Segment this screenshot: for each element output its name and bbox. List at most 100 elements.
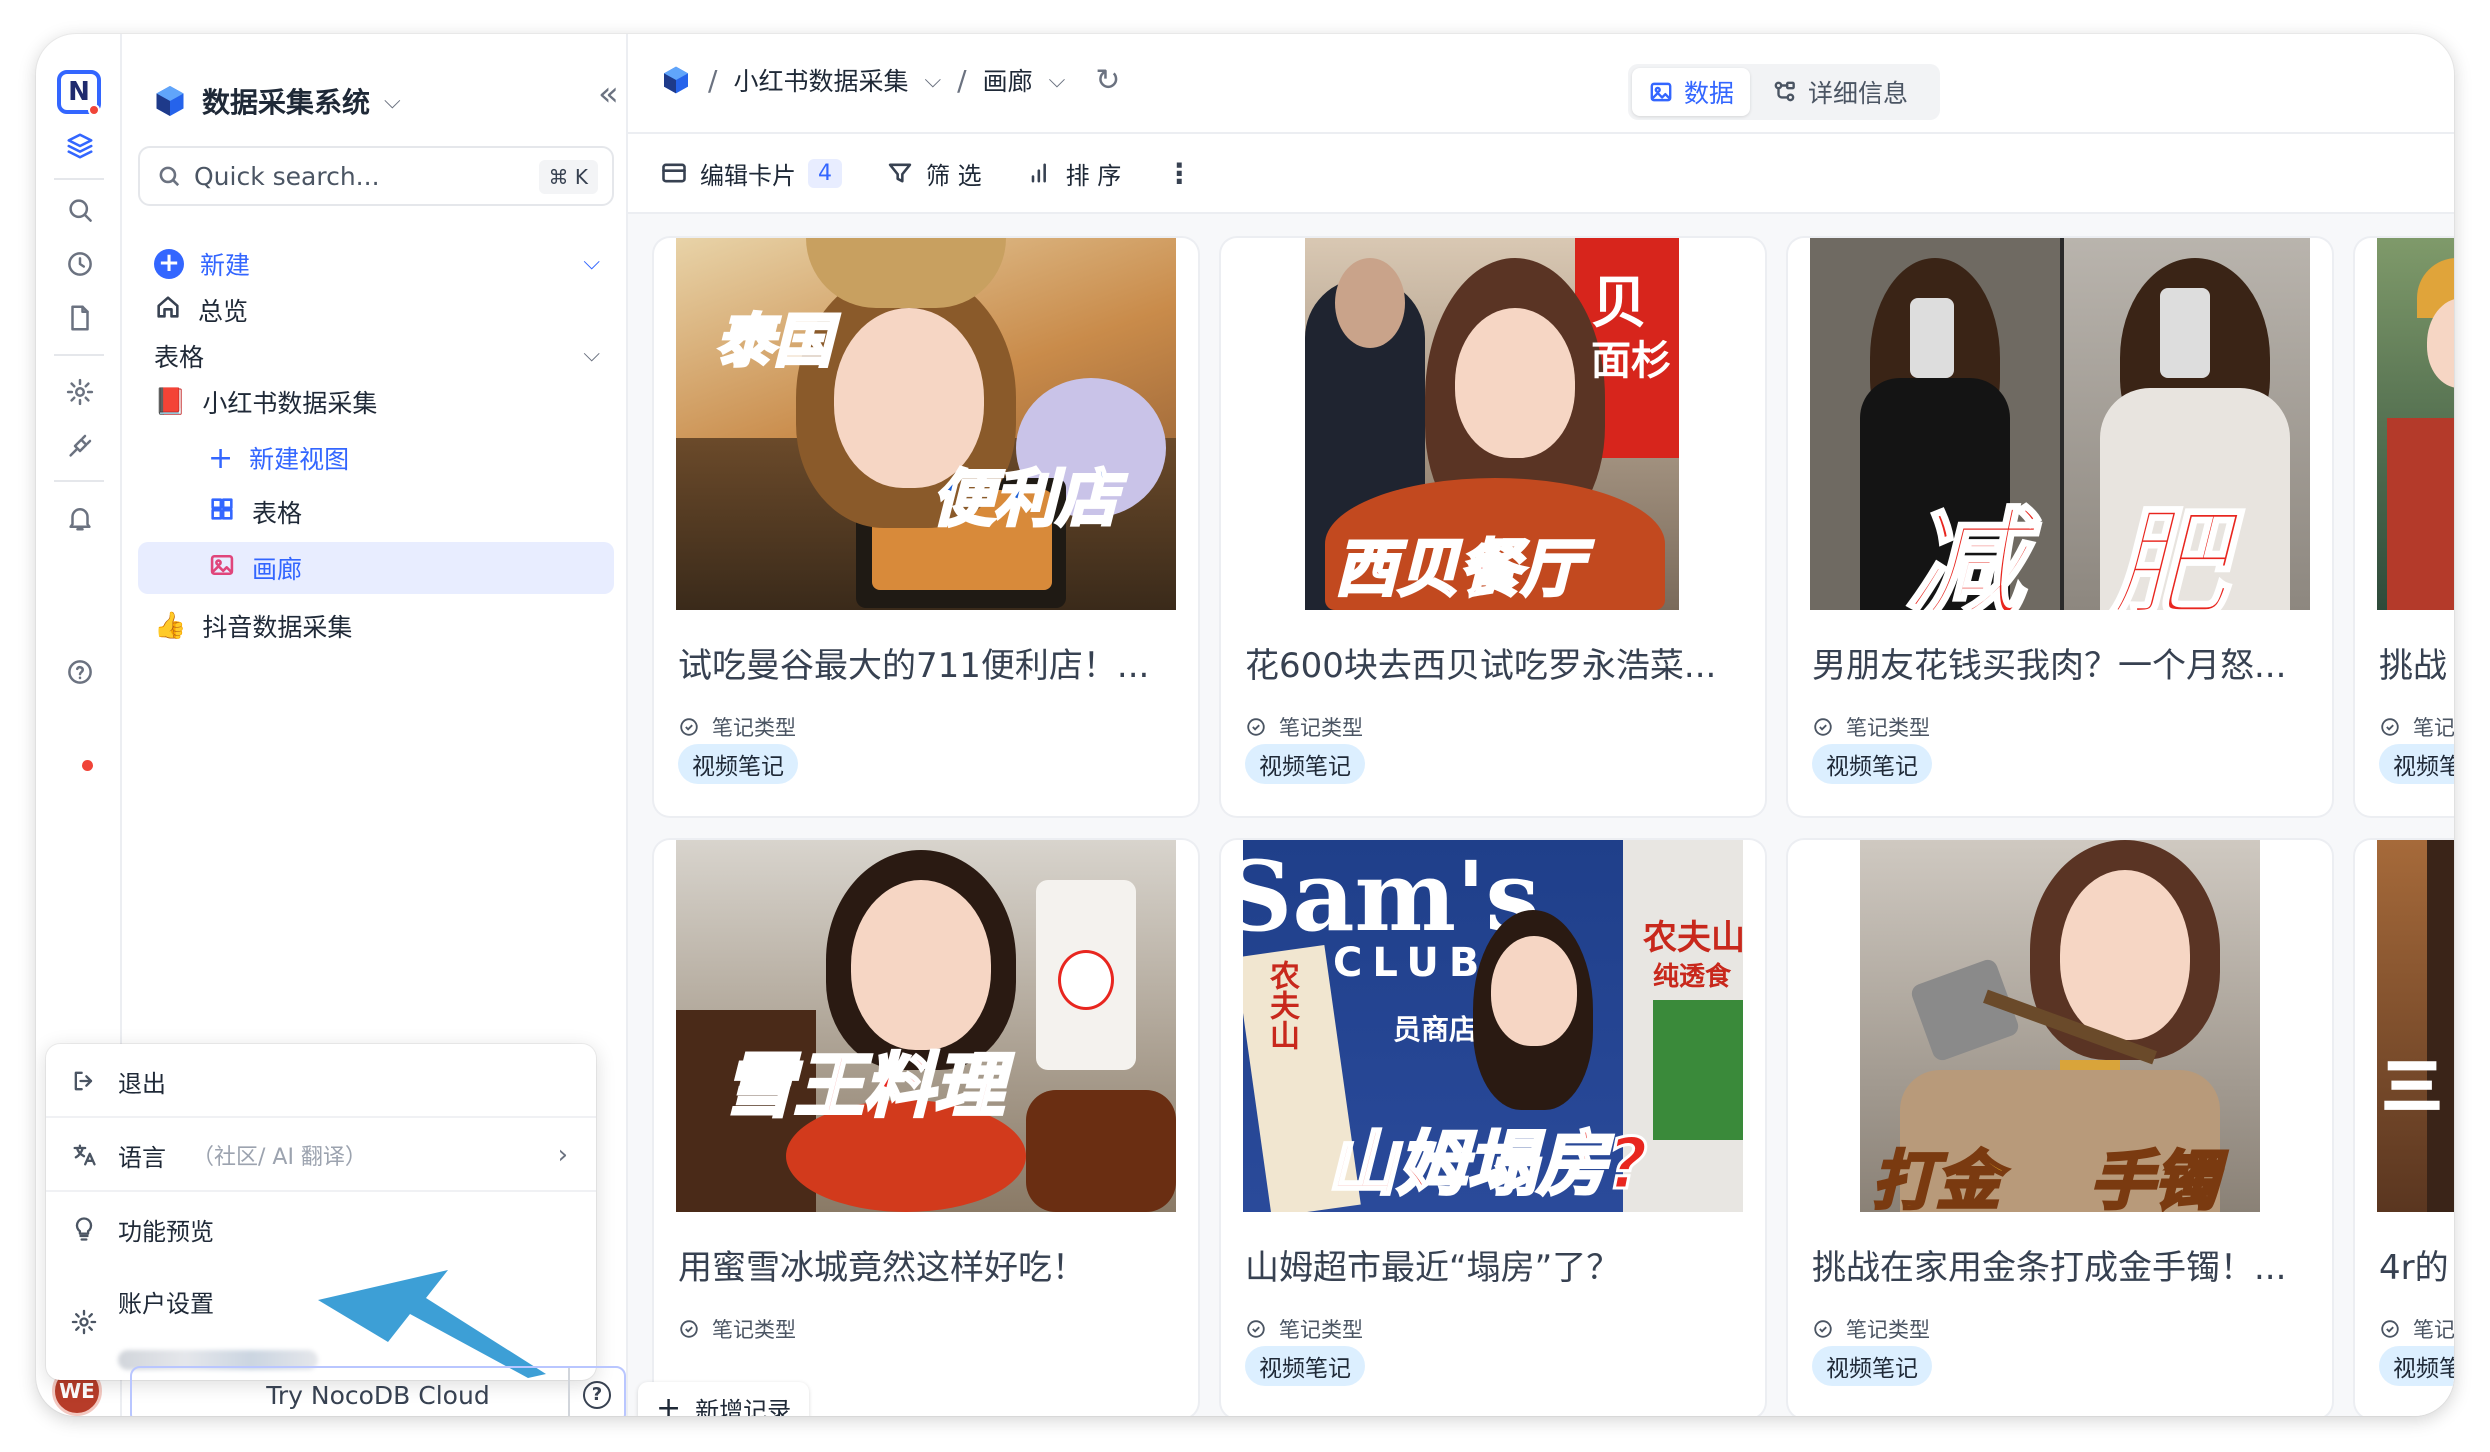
nodes-icon <box>1774 81 1795 102</box>
note-type-tag: 视频笔记 <box>678 744 798 784</box>
bell-notification-dot <box>82 760 93 771</box>
section-label: 表格 <box>154 343 205 372</box>
card-thumbnail: 三 <box>2377 840 2454 1212</box>
chevron-right-icon: › <box>557 1140 568 1170</box>
search-input[interactable]: Quick search... ⌘ K <box>138 146 614 206</box>
chevron-down-icon[interactable]: ⌵ <box>1049 68 1066 93</box>
add-record-button[interactable]: + 新增记录 <box>638 1382 810 1417</box>
gallery-card[interactable]: Sam's CLUB 员商店 农夫山 农夫山 纯透食 山姆塌房? 山姆超市最近“… <box>1221 840 1765 1416</box>
card-title: 花600块去西贝试吃罗永浩菜... <box>1245 646 1717 686</box>
tab-details-label: 详细信息 <box>1808 79 1909 108</box>
edit-cards-label: 编辑卡片 <box>700 161 796 190</box>
help-icon[interactable]: ? <box>568 1368 624 1416</box>
lightbulb-icon <box>75 1217 93 1241</box>
card-thumbnail: 减 肥 <box>1810 238 2310 610</box>
gallery-card[interactable]: 三 4r的 笔记 视频笔 <box>2355 840 2454 1416</box>
tables-section-header[interactable]: 表格 ⌵ <box>138 330 614 382</box>
home-icon <box>154 293 182 327</box>
note-type-tag: 视频笔记 <box>1245 744 1365 784</box>
gallery-card[interactable]: 贝 面杉 西贝餐厅 花600块去西贝试吃罗永浩菜... 笔记类型 视频笔记 <box>1221 238 1765 816</box>
new-button[interactable]: + 新建 ⌵ <box>138 238 614 290</box>
gallery-card[interactable]: 减 肥 男朋友花钱买我肉？一个月怒... 笔记类型 视频笔记 <box>1788 238 2332 816</box>
filter-button[interactable]: 筛 选 <box>886 156 982 191</box>
add-record-label: 新增记录 <box>695 1396 792 1417</box>
search-shortcut: ⌘ K <box>538 160 598 194</box>
new-view-button[interactable]: + 新建视图 <box>138 432 614 484</box>
clock-icon[interactable] <box>62 246 98 282</box>
filter-icon <box>888 163 912 183</box>
workspace-switcher[interactable]: 数据采集系统 ⌵ <box>152 76 401 126</box>
new-label: 新建 <box>200 251 251 280</box>
menu-item-label: 语言 <box>118 1143 166 1172</box>
check-circle-icon <box>1814 1320 1832 1338</box>
bases-icon[interactable] <box>62 128 98 164</box>
sidebar-item-xhs-base[interactable]: 📕 小红书数据采集 <box>138 376 614 428</box>
gallery-grid: 泰国 便利店 试吃曼谷最大的711便利店！... 笔记类型 视频笔记 贝 面杉 … <box>628 214 2454 1416</box>
image-icon <box>208 551 236 585</box>
thumbs-up-icon: 👍 <box>154 611 187 641</box>
grid-icon <box>208 495 236 529</box>
thumbnail-overlay-text: 三 <box>2381 1052 2442 1123</box>
chevron-down-icon[interactable]: ⌵ <box>924 68 941 93</box>
sidebar-item-overview[interactable]: 总览 <box>138 284 614 336</box>
search-placeholder: Quick search... <box>194 161 380 191</box>
check-circle-icon <box>680 718 698 736</box>
check-circle-icon <box>1247 718 1265 736</box>
plus-icon: + <box>208 440 234 476</box>
card-title: 4r的 <box>2379 1248 2449 1288</box>
menu-item-label: 功能预览 <box>118 1217 214 1246</box>
breadcrumb-view[interactable]: 画廊 <box>983 62 1033 98</box>
tab-data[interactable]: 数据 <box>1632 68 1751 116</box>
logout-icon <box>74 1071 93 1091</box>
tab-details[interactable]: 详细信息 <box>1756 68 1924 116</box>
sidebar-item-douyin-base[interactable]: 👍 抖音数据采集 <box>138 600 614 652</box>
gear-icon <box>71 1309 97 1335</box>
sidebar-item-label: 表格 <box>252 499 303 528</box>
card-title: 山姆超市最近“塌房”了？ <box>1245 1248 1621 1288</box>
thumbnail-overlay-text: 便利店 <box>930 461 1119 537</box>
note-type-tag: 视频笔记 <box>1245 1346 1365 1386</box>
search-icon[interactable] <box>62 192 98 228</box>
collapse-sidebar-icon[interactable]: « <box>598 74 619 114</box>
chevron-down-icon[interactable]: ⌵ <box>583 250 600 275</box>
try-cloud-label: Try NocoDB Cloud <box>266 1380 490 1410</box>
sidebar-item-gallery-view[interactable]: 画廊 <box>138 542 614 594</box>
card-title: 试吃曼谷最大的711便利店！... <box>678 646 1150 686</box>
chevron-down-icon[interactable]: ⌵ <box>583 342 600 367</box>
thumbnail-overlay-text: 手镯 <box>2089 1144 2220 1213</box>
field-label: 笔记类型 <box>1245 1314 1363 1344</box>
note-type-tag: 视频笔记 <box>1812 744 1932 784</box>
logout-menu-item[interactable]: 退出 <box>46 1046 596 1116</box>
check-circle-icon <box>1247 1320 1265 1338</box>
bell-icon[interactable] <box>62 500 98 536</box>
refresh-icon[interactable]: ↻ <box>1095 63 1120 98</box>
base-cube-icon <box>664 66 688 94</box>
try-cloud-button[interactable]: Try NocoDB Cloud ? <box>130 1366 626 1416</box>
gallery-card[interactable]: 泰国 便利店 试吃曼谷最大的711便利店！... 笔记类型 视频笔记 <box>654 238 1198 816</box>
breadcrumb-base[interactable]: 小红书数据采集 <box>733 62 908 98</box>
book-icon: 📕 <box>154 387 187 417</box>
gear-icon[interactable] <box>62 374 98 410</box>
document-icon[interactable] <box>62 300 98 336</box>
feature-preview-menu-item[interactable]: 功能预览 <box>46 1194 596 1264</box>
sidebar-item-grid-view[interactable]: 表格 <box>138 486 614 538</box>
chevron-down-icon: ⌵ <box>384 88 401 114</box>
gallery-card[interactable]: 挑战 笔记 视频笔 <box>2355 238 2454 816</box>
plug-icon[interactable] <box>62 428 98 464</box>
thumbnail-overlay-text: 员商店 <box>1393 1013 1478 1046</box>
plus-icon: + <box>154 249 184 279</box>
thumbnail-overlay-text: 西贝餐厅 <box>1333 531 1584 607</box>
help-icon[interactable] <box>62 654 98 690</box>
gallery-card[interactable]: 打金 手镯 挑战在家用金条打成金手镯！... 笔记类型 视频笔记 <box>1788 840 2332 1416</box>
sidebar-item-label: 画廊 <box>252 555 303 584</box>
more-options-icon[interactable]: ⋮ <box>1165 157 1193 190</box>
menu-item-label: 账户设置 <box>118 1290 214 1318</box>
workspace-cube-icon <box>156 86 184 116</box>
sort-button[interactable]: 排 序 <box>1026 156 1121 191</box>
edit-cards-button[interactable]: 编辑卡片 4 <box>660 156 842 191</box>
annotation-arrow-icon <box>318 1270 546 1378</box>
thumbnail-overlay-text: 农夫山 <box>1264 960 1299 1050</box>
language-menu-item[interactable]: 语言 （社区/ AI 翻译） › <box>46 1120 596 1190</box>
plus-icon: + <box>656 1390 682 1417</box>
gallery-card[interactable]: 雪王料理 用蜜雪冰城竟然这样好吃！ 笔记类型 <box>654 840 1198 1416</box>
